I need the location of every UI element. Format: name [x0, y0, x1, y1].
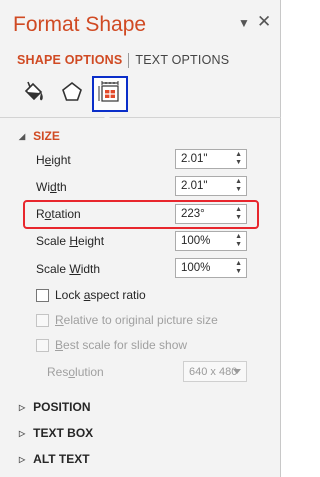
resolution-select: 640 x 480	[183, 361, 247, 382]
expanded-triangle-icon: ◢	[19, 131, 26, 141]
selected-category-pointer	[101, 114, 113, 120]
relative-to-original-checkbox: Relative to original picture size	[36, 313, 218, 327]
tab-separator	[128, 52, 130, 68]
effects-pentagon-icon	[59, 79, 85, 110]
scale-width-spinner[interactable]: 100% ▲ ▼	[175, 258, 247, 278]
collapsed-triangle-icon: ▷	[19, 402, 26, 412]
scale-height-value: 100%	[181, 235, 211, 247]
width-label: Width	[36, 180, 67, 194]
checkbox-box	[36, 313, 49, 327]
resolution-label: Resolution	[47, 365, 104, 379]
format-shape-pane: Format Shape ▼ ✕ SHAPE OPTIONS TEXT OPTI…	[0, 0, 281, 477]
rotation-spinner[interactable]: 223° ▲ ▼	[175, 204, 247, 224]
lock-aspect-ratio-label: Lock aspect ratio	[55, 288, 146, 302]
best-scale-label: Best scale for slide show	[55, 338, 188, 352]
scale-width-value: 100%	[181, 262, 211, 274]
task-pane-options-icon[interactable]: ▼	[238, 16, 250, 30]
size-properties-button[interactable]	[92, 76, 128, 112]
checkbox-box	[36, 338, 49, 352]
section-position-header[interactable]: ▷ POSITION	[19, 400, 91, 414]
height-value: 2.01"	[181, 153, 208, 165]
width-value: 2.01"	[181, 180, 208, 192]
resolution-value: 640 x 480	[189, 365, 238, 378]
spinner-arrows-icon[interactable]: ▲ ▼	[235, 233, 242, 249]
spinner-arrows-icon[interactable]: ▲ ▼	[235, 260, 242, 276]
scale-height-spinner[interactable]: 100% ▲ ▼	[175, 231, 247, 251]
section-alt-text-label: ALT TEXT	[33, 452, 90, 466]
fill-line-icon	[21, 79, 47, 110]
options-tabs: SHAPE OPTIONS TEXT OPTIONS	[17, 50, 229, 70]
section-position-label: POSITION	[33, 400, 91, 414]
rotation-value: 223°	[181, 208, 205, 220]
section-size-header[interactable]: ◢ SIZE	[19, 129, 60, 143]
width-spinner[interactable]: 2.01" ▲ ▼	[175, 176, 247, 196]
collapsed-triangle-icon: ▷	[19, 428, 26, 438]
section-alt-text-header[interactable]: ▷ ALT TEXT	[19, 452, 90, 466]
rotation-label: Rotation	[36, 207, 81, 221]
close-icon[interactable]: ✕	[257, 12, 271, 32]
pane-title: Format Shape	[13, 13, 147, 36]
spinner-arrows-icon[interactable]: ▲ ▼	[235, 178, 242, 194]
scale-height-label: Scale Height	[36, 234, 105, 248]
height-spinner[interactable]: 2.01" ▲ ▼	[175, 149, 247, 169]
category-icon-bar	[16, 76, 130, 112]
chevron-down-icon	[233, 369, 241, 374]
best-scale-checkbox: Best scale for slide show	[36, 338, 187, 352]
spinner-arrows-icon[interactable]: ▲ ▼	[235, 151, 242, 167]
lock-aspect-ratio-checkbox[interactable]: Lock aspect ratio	[36, 288, 146, 302]
fill-line-button[interactable]	[16, 76, 52, 112]
height-label: Height	[36, 153, 71, 167]
checkbox-box[interactable]	[36, 288, 49, 302]
collapsed-triangle-icon: ▷	[19, 454, 26, 464]
section-text-box-header[interactable]: ▷ TEXT BOX	[19, 426, 93, 440]
scale-width-label: Scale Width	[36, 262, 101, 276]
divider	[0, 117, 281, 118]
section-text-box-label: TEXT BOX	[33, 426, 94, 440]
tab-text-options[interactable]: TEXT OPTIONS	[135, 53, 229, 67]
tab-shape-options[interactable]: SHAPE OPTIONS	[17, 53, 122, 67]
spinner-arrows-icon[interactable]: ▲ ▼	[235, 206, 242, 222]
size-properties-icon	[98, 79, 122, 110]
effects-button[interactable]	[54, 76, 90, 112]
relative-to-original-label: Relative to original picture size	[55, 313, 218, 327]
section-size-label: SIZE	[33, 129, 60, 143]
